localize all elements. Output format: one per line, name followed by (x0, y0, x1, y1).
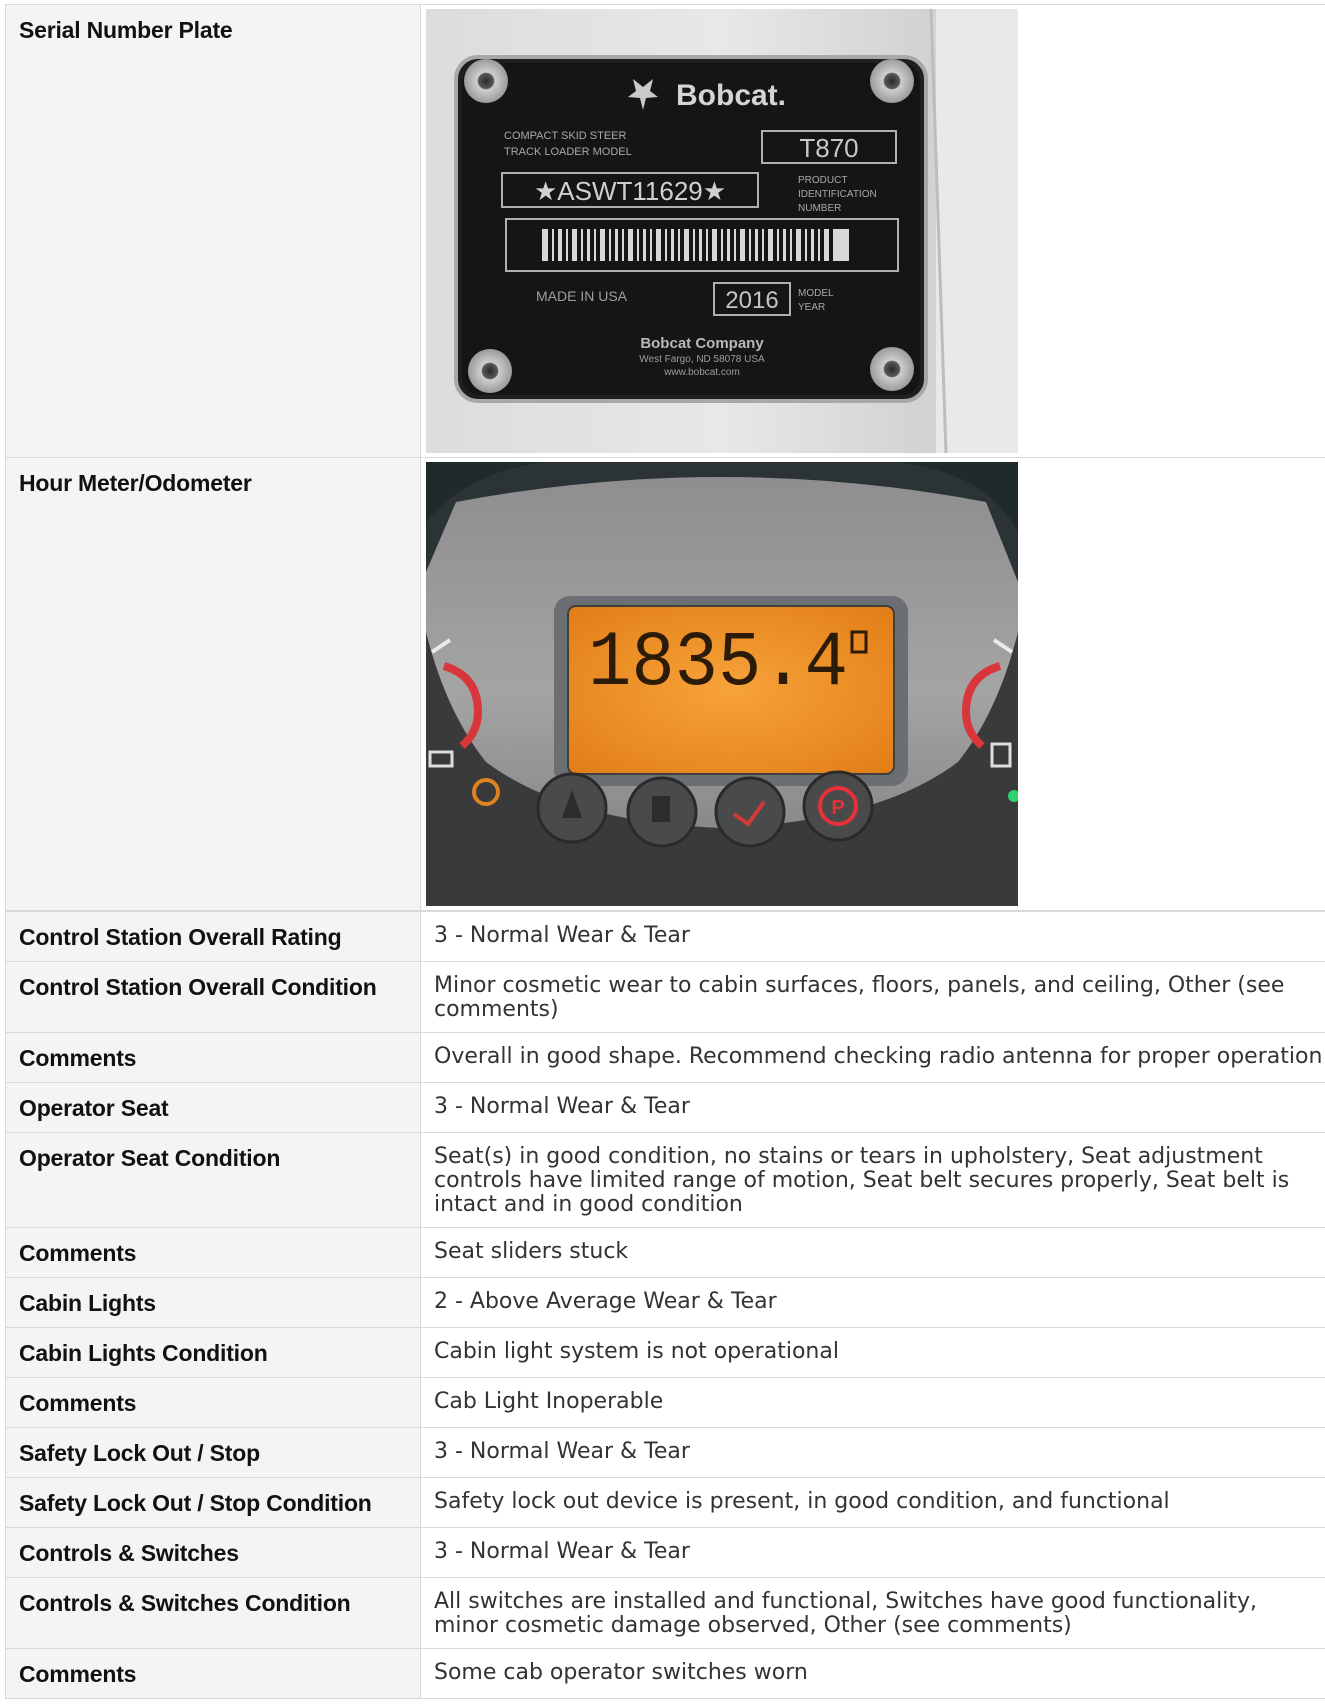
table-row: Cabin Lights Condition Cabin light system… (5, 1327, 1325, 1378)
serial-plate-photo[interactable]: Bobcat. COMPACT SKID STEER TRACK LOADER … (426, 9, 1018, 453)
row-value: All switches are installed and functiona… (420, 1577, 1325, 1649)
bolt-icon (870, 347, 914, 391)
svg-text:YEAR: YEAR (798, 302, 825, 313)
svg-text:West Fargo, ND 58078 USA: West Fargo, ND 58078 USA (639, 354, 765, 365)
table-row: Hour Meter/Odometer 1835.4 P (5, 457, 1325, 911)
row-value: 3 - Normal Wear & Tear (420, 1082, 1325, 1133)
row-value: 3 - Normal Wear & Tear (420, 1527, 1325, 1578)
row-label: Hour Meter/Odometer (5, 457, 421, 911)
table-row: Controls & Switches Condition All switche… (5, 1577, 1325, 1649)
row-value: 3 - Normal Wear & Tear (420, 911, 1325, 962)
svg-text:MADE IN USA: MADE IN USA (536, 288, 628, 304)
row-label: Comments (5, 1648, 421, 1699)
svg-text:www.bobcat.com: www.bobcat.com (663, 367, 740, 378)
table-row: Comments Overall in good shape. Recommend… (5, 1032, 1325, 1083)
row-value: Cabin light system is not operational (420, 1327, 1325, 1378)
inspection-sheet: Serial Number Plate Bobcat. COMPACT SKID… (5, 4, 1325, 1699)
svg-text:COMPACT SKID STEER: COMPACT SKID STEER (504, 130, 627, 142)
svg-text:PRODUCT: PRODUCT (798, 175, 847, 186)
svg-text:★ASWT11629★: ★ASWT11629★ (534, 176, 726, 206)
inspection-table: Serial Number Plate Bobcat. COMPACT SKID… (5, 4, 1325, 911)
row-label: Control Station Overall Condition (5, 961, 421, 1033)
table-row: Comments Seat sliders stuck (5, 1227, 1325, 1278)
row-value: 3 - Normal Wear & Tear (420, 1427, 1325, 1478)
svg-text:NUMBER: NUMBER (798, 203, 841, 214)
row-label: Controls & Switches Condition (5, 1577, 421, 1649)
row-label: Safety Lock Out / Stop (5, 1427, 421, 1478)
row-value: Overall in good shape. Recommend checkin… (420, 1032, 1325, 1083)
serial-plate-image: Bobcat. COMPACT SKID STEER TRACK LOADER … (426, 9, 1018, 453)
row-value: Safety lock out device is present, in go… (420, 1477, 1325, 1528)
serial-plate-photo-cell: Bobcat. COMPACT SKID STEER TRACK LOADER … (420, 4, 1325, 458)
row-label: Safety Lock Out / Stop Condition (5, 1477, 421, 1528)
row-label: Serial Number Plate (5, 4, 421, 458)
table-row: Control Station Overall Rating 3 - Normal… (5, 911, 1325, 962)
hour-meter-image: 1835.4 P (426, 462, 1018, 906)
detail-table: Control Station Overall Rating 3 - Normal… (5, 911, 1325, 1699)
svg-text:P: P (831, 797, 844, 819)
bolt-icon (870, 59, 914, 103)
row-label: Operator Seat (5, 1082, 421, 1133)
row-label: Comments (5, 1227, 421, 1278)
table-row: Comments Cab Light Inoperable (5, 1377, 1325, 1428)
row-label: Comments (5, 1377, 421, 1428)
table-row: Comments Some cab operator switches worn (5, 1648, 1325, 1699)
table-row: Safety Lock Out / Stop 3 - Normal Wear & … (5, 1427, 1325, 1478)
table-row: Controls & Switches 3 - Normal Wear & Tea… (5, 1527, 1325, 1578)
row-label: Controls & Switches (5, 1527, 421, 1578)
bolt-icon (464, 59, 508, 103)
row-value: Minor cosmetic wear to cabin surfaces, f… (420, 961, 1325, 1033)
svg-text:MODEL: MODEL (798, 288, 834, 299)
hour-meter-photo-cell: 1835.4 P (420, 457, 1325, 911)
svg-text:IDENTIFICATION: IDENTIFICATION (798, 189, 877, 200)
row-label: Cabin Lights Condition (5, 1327, 421, 1378)
row-value: Some cab operator switches worn (420, 1648, 1325, 1699)
hour-meter-photo[interactable]: 1835.4 P (426, 462, 1018, 906)
row-label: Cabin Lights (5, 1277, 421, 1328)
bolt-icon (468, 349, 512, 393)
svg-text:TRACK LOADER MODEL: TRACK LOADER MODEL (504, 146, 632, 158)
table-row: Operator Seat Condition Seat(s) in good c… (5, 1132, 1325, 1228)
table-row: Safety Lock Out / Stop Condition Safety l… (5, 1477, 1325, 1528)
row-value: Seat(s) in good condition, no stains or … (420, 1132, 1325, 1228)
operator-presence-icon (714, 776, 786, 848)
row-value: Cab Light Inoperable (420, 1377, 1325, 1428)
row-label: Comments (5, 1032, 421, 1083)
svg-text:Bobcat.: Bobcat. (676, 79, 786, 112)
table-row: Serial Number Plate Bobcat. COMPACT SKID… (5, 4, 1325, 458)
row-value: Seat sliders stuck (420, 1227, 1325, 1278)
row-value: 2 - Above Average Wear & Tear (420, 1277, 1325, 1328)
table-row: Cabin Lights 2 - Above Average Wear & Tea… (5, 1277, 1325, 1328)
table-row: Control Station Overall Condition Minor c… (5, 961, 1325, 1033)
svg-text:1835.4: 1835.4 (588, 620, 848, 708)
row-label: Operator Seat Condition (5, 1132, 421, 1228)
svg-text:T870: T870 (799, 133, 858, 163)
row-label: Control Station Overall Rating (5, 911, 421, 962)
svg-text:2016: 2016 (725, 287, 778, 314)
svg-text:Bobcat Company: Bobcat Company (640, 335, 764, 352)
table-row: Operator Seat 3 - Normal Wear & Tear (5, 1082, 1325, 1133)
